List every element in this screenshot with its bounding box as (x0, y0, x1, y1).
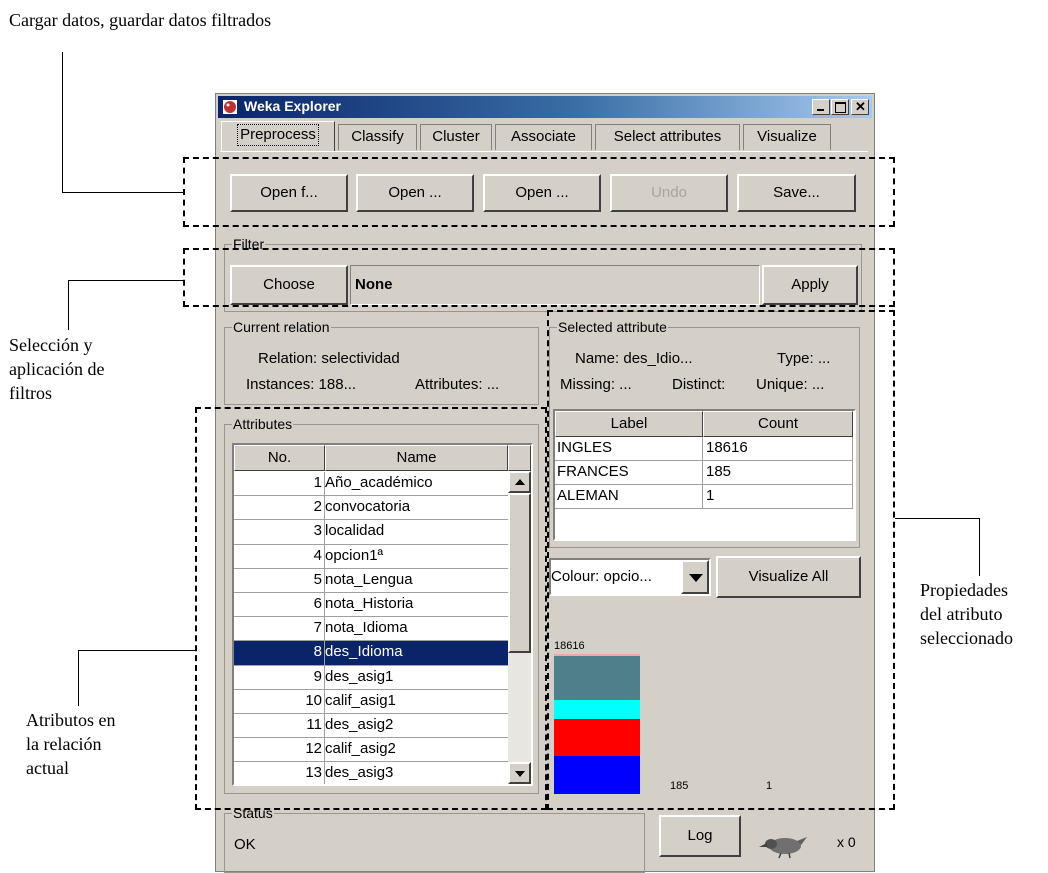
annotation-properties: Propiedadesdel atributoseleccionado (920, 578, 1013, 650)
task-count: x 0 (837, 834, 856, 850)
current-relation-label: Current relation (232, 319, 331, 335)
callout-box-load-save (183, 157, 895, 227)
leader-line (78, 650, 196, 651)
minimize-button[interactable] (812, 99, 830, 115)
weka-bird-icon (757, 831, 809, 859)
tab-cluster[interactable]: Cluster (420, 124, 492, 150)
relation-name: Relation: selectividad (258, 350, 400, 367)
leader-line (895, 518, 980, 519)
tab-visualize[interactable]: Visualize (743, 124, 831, 150)
tab-select-attributes[interactable]: Select attributes (595, 124, 740, 150)
callout-box-filter (183, 248, 895, 307)
weka-bird-icon (222, 99, 238, 115)
tab-preprocess[interactable]: Preprocess (221, 121, 335, 151)
annotation-top: Cargar datos, guardar datos filtrados (9, 8, 271, 32)
annotation-filter: Selección yaplicación defiltros (9, 333, 104, 405)
status-text: OK (234, 836, 256, 853)
leader-line (68, 280, 183, 281)
annotation-attributes: Atributos enla relaciónactual (26, 708, 116, 780)
tab-associate[interactable]: Associate (495, 124, 592, 150)
relation-instances: Instances: 188... (246, 376, 356, 393)
status-group (224, 813, 645, 873)
title-bar[interactable]: Weka Explorer ✕ (218, 96, 872, 118)
minimize-icon (817, 109, 824, 111)
leader-line (979, 518, 980, 576)
close-button[interactable]: ✕ (851, 99, 869, 115)
callout-box-attributes (195, 407, 547, 810)
window-title: Weka Explorer (244, 98, 341, 114)
close-icon: ✕ (855, 100, 866, 114)
maximize-button[interactable] (831, 99, 849, 115)
leader-line (62, 52, 63, 192)
leader-line (68, 280, 69, 330)
maximize-icon (835, 102, 846, 113)
tab-panel-border (220, 151, 868, 152)
tab-classify[interactable]: Classify (338, 124, 417, 150)
callout-box-selected-attribute (547, 310, 895, 810)
leader-line (78, 650, 79, 706)
leader-line (62, 192, 184, 193)
relation-attributes: Attributes: ... (415, 376, 499, 393)
log-button[interactable]: Log (659, 815, 741, 857)
